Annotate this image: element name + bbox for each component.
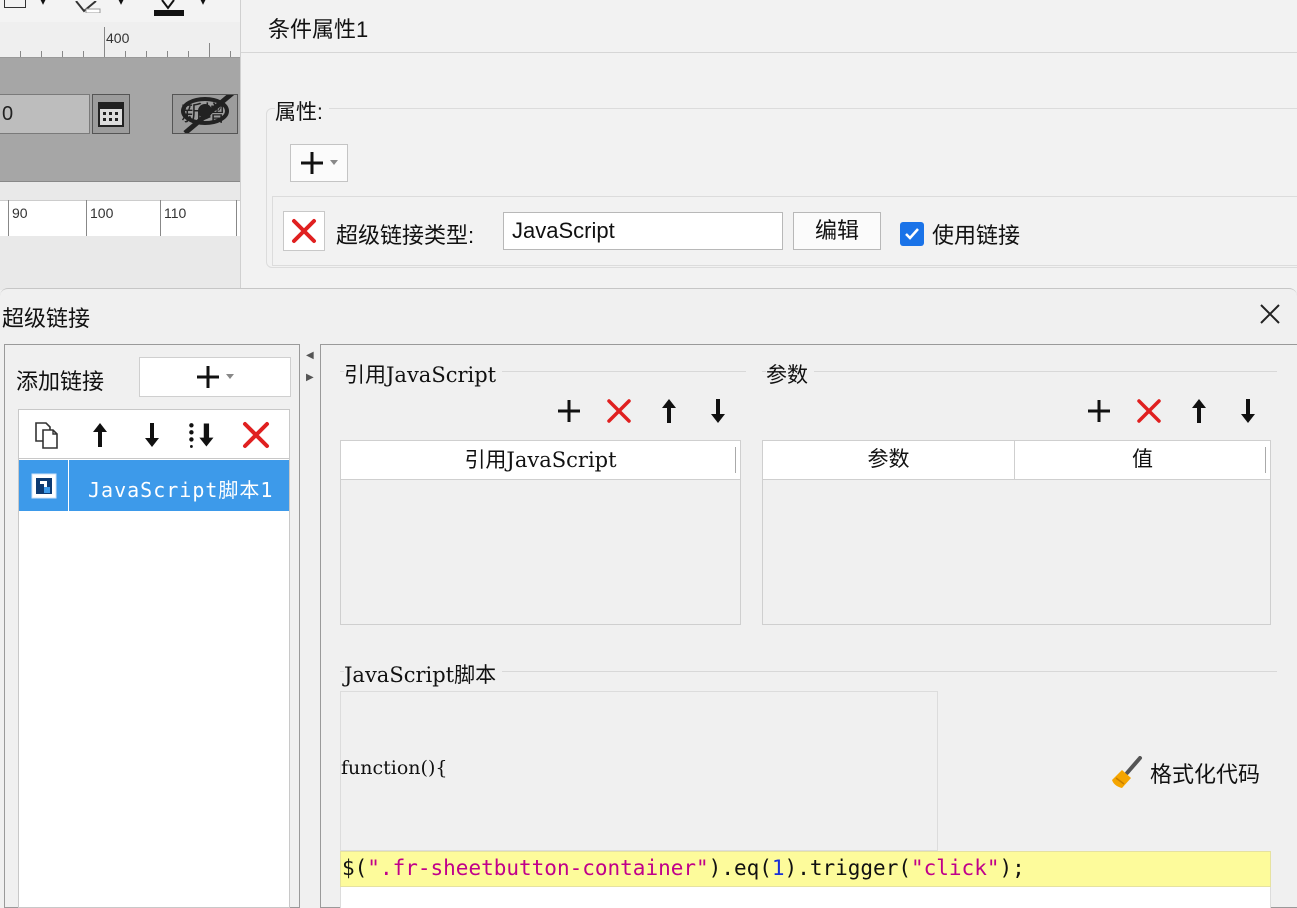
edit-button[interactable]: 编辑	[793, 212, 881, 250]
pane-splitter[interactable]: ◀ ▶	[300, 344, 320, 908]
hidden-widget-button[interactable]: 新增	[172, 94, 238, 134]
move-down-icon[interactable]	[137, 420, 167, 450]
fill-dropdown-icon[interactable]: ▾	[118, 0, 124, 8]
dialog-title: 超级链接	[2, 306, 91, 331]
date-widget-value: 0	[2, 103, 14, 125]
delete-param-icon[interactable]	[1134, 396, 1164, 426]
ruler-label: 110	[164, 205, 187, 221]
format-toolbar: ▾ ▾ ▾	[0, 0, 240, 22]
link-list	[18, 459, 290, 908]
close-dialog-button[interactable]	[1256, 300, 1284, 328]
panel-title: 条件属性1	[268, 17, 369, 42]
add-js-ref-icon[interactable]	[554, 396, 584, 426]
divider	[241, 52, 1297, 53]
fill-color-icon[interactable]	[74, 0, 104, 14]
add-link-button[interactable]	[139, 357, 291, 397]
horizontal-ruler: 400	[0, 22, 240, 58]
javascript-link-icon	[19, 460, 69, 511]
date-widget[interactable]: 0	[0, 94, 90, 134]
add-attribute-button[interactable]	[290, 144, 348, 182]
font-color-dropdown-icon[interactable]: ▾	[200, 0, 206, 8]
code-function-header: function(){	[341, 757, 448, 779]
attribute-group-label: 属性:	[275, 96, 329, 126]
script-group-title: JavaScript脚本	[344, 659, 503, 689]
eye-hidden-icon	[181, 95, 235, 133]
delete-js-ref-icon[interactable]	[604, 396, 634, 426]
link-type-label: 超级链接类型:	[336, 223, 475, 248]
delete-link-icon[interactable]	[241, 420, 271, 450]
use-link-checkbox[interactable]	[900, 222, 924, 246]
calendar-icon[interactable]	[92, 94, 130, 134]
code-editor[interactable]	[340, 887, 1271, 908]
ruler-label: 90	[12, 205, 28, 221]
add-link-label: 添加链接	[16, 369, 105, 394]
ruler-label: 100	[90, 205, 114, 221]
code-token: 1	[771, 856, 785, 880]
js-ref-group-title: 引用JavaScript	[344, 359, 503, 389]
broom-icon	[1112, 756, 1142, 788]
format-code-label: 格式化代码	[1150, 762, 1261, 787]
move-down-icon[interactable]	[1233, 396, 1263, 426]
link-list-toolbar	[18, 409, 290, 459]
param-column-header[interactable]: 参数	[762, 440, 1015, 480]
move-to-bottom-icon[interactable]	[187, 420, 217, 450]
js-ref-column-header[interactable]: 引用JavaScript	[340, 440, 741, 480]
delete-attribute-button[interactable]	[283, 211, 325, 251]
code-token: );	[999, 856, 1025, 880]
move-down-icon[interactable]	[703, 396, 733, 426]
font-color-icon[interactable]	[152, 0, 186, 16]
check-icon	[905, 228, 919, 240]
column-separator	[735, 447, 736, 473]
add-param-icon[interactable]	[1084, 396, 1114, 426]
copy-icon[interactable]	[31, 420, 61, 450]
group-divider	[762, 371, 1277, 372]
move-up-icon[interactable]	[85, 420, 115, 450]
chevron-down-icon	[226, 374, 234, 379]
code-token: "click"	[910, 856, 1000, 880]
code-token: ".fr-sheetbutton-container"	[367, 856, 709, 880]
vertical-ruler-labels: 90 100 110	[0, 200, 240, 236]
border-dropdown-icon[interactable]: ▾	[40, 0, 46, 8]
link-type-field[interactable]: JavaScript	[503, 212, 783, 250]
params-group-title: 参数	[766, 359, 814, 389]
format-code-button[interactable]: 格式化代码	[1110, 756, 1260, 790]
ruler-label: 400	[106, 30, 130, 46]
code-token: ).eq(	[708, 856, 772, 880]
column-separator	[1265, 447, 1266, 473]
move-up-icon[interactable]	[1184, 396, 1214, 426]
expand-right-icon[interactable]: ▶	[306, 372, 314, 383]
plus-icon	[197, 366, 219, 388]
close-red-icon	[292, 219, 316, 243]
code-editor-line[interactable]: $(".fr-sheetbutton-container").eq(1).tri…	[340, 851, 1271, 887]
border-icon[interactable]	[4, 0, 26, 8]
use-link-label: 使用链接	[932, 223, 1021, 248]
code-token: $(	[342, 856, 368, 880]
chevron-down-icon	[330, 160, 338, 165]
code-token: ).trigger(	[784, 856, 911, 880]
plus-icon	[301, 152, 323, 174]
value-column-header[interactable]: 值	[1014, 440, 1271, 480]
move-up-icon[interactable]	[654, 396, 684, 426]
collapse-left-icon[interactable]: ◀	[306, 350, 314, 361]
close-icon	[1260, 304, 1280, 324]
link-item-label: JavaScript脚本1	[88, 478, 274, 502]
